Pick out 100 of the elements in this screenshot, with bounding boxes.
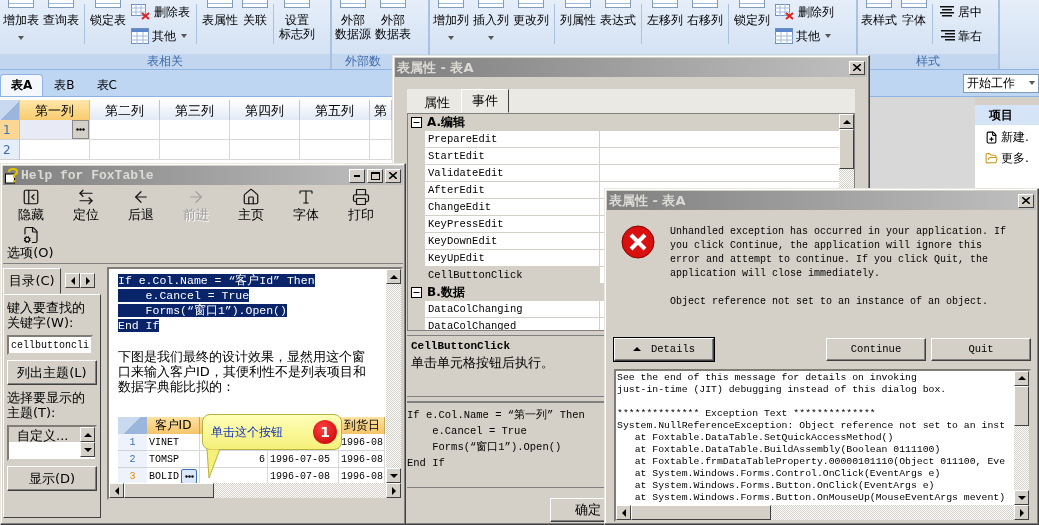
tab[interactable]: 属性 (413, 92, 461, 113)
scroll-up-button[interactable] (386, 269, 401, 284)
table-cell[interactable] (20, 140, 90, 160)
toolbar-button[interactable]: 定位 (58, 187, 113, 225)
toolbar-button[interactable]: 选项(O) (3, 225, 58, 263)
ribbon-button[interactable]: 其他 (129, 27, 192, 45)
scroll-thumb[interactable] (1014, 385, 1029, 426)
dialog-button[interactable]: Continue (826, 337, 926, 361)
ribbon-button[interactable]: 表达式 (599, 0, 637, 27)
ribbon-button[interactable]: 左移列 (646, 0, 684, 27)
table-cell[interactable] (90, 140, 160, 160)
ribbon-button[interactable]: 更改列 (512, 0, 550, 27)
property-name[interactable]: ChangeEdit (425, 199, 600, 216)
ribbon-button[interactable]: 关联 (241, 0, 269, 27)
scroll-down-button[interactable] (1014, 490, 1029, 505)
value-cell[interactable] (600, 131, 839, 148)
close-button[interactable] (1018, 193, 1034, 208)
property-name[interactable]: KeyUpEdit (425, 250, 600, 267)
table-cell[interactable] (300, 140, 370, 160)
table-cell[interactable] (90, 120, 160, 140)
ribbon-button[interactable]: 删除表 (129, 3, 192, 21)
ribbon-button[interactable]: 其他 (773, 27, 836, 45)
scroll-left-button[interactable] (109, 483, 124, 498)
start-dropdown[interactable]: 开始工作 (963, 73, 1039, 93)
ribbon-button[interactable]: 右移列 (686, 0, 724, 27)
property-name[interactable]: StartEdit (425, 148, 600, 165)
sheet-tab[interactable]: 表A (0, 74, 44, 96)
table-cell[interactable] (230, 140, 300, 160)
ribbon-button[interactable]: 设置 标志列 (278, 0, 316, 41)
details-button[interactable]: Details (614, 337, 714, 361)
toolbar-button[interactable]: 隐藏 (3, 187, 58, 225)
spin-down-button[interactable] (80, 442, 95, 457)
table-cell[interactable] (300, 120, 370, 140)
close-button[interactable] (385, 168, 401, 183)
toolbar-button[interactable]: 打印 (333, 187, 388, 225)
cell-button[interactable] (72, 120, 89, 139)
close-button[interactable] (849, 60, 865, 75)
display-button[interactable]: 显示(D) (7, 466, 97, 491)
ribbon-button[interactable]: 增加表 (2, 0, 40, 40)
keyword-input[interactable]: cellbuttoncli (7, 335, 93, 355)
contents-tab[interactable]: 目录(C) (3, 267, 61, 294)
ribbon-button[interactable]: 字体 (900, 0, 928, 27)
table-cell[interactable] (160, 120, 230, 140)
property-name[interactable]: ValidateEdit (425, 165, 600, 182)
pane-link[interactable]: 新建. (975, 129, 1039, 146)
minimize-button[interactable] (349, 168, 365, 183)
table-cell[interactable] (160, 140, 230, 160)
pane-link[interactable]: 更多. (975, 150, 1039, 167)
cell-button[interactable] (181, 468, 197, 483)
scroll-left-button[interactable] (65, 273, 80, 288)
ribbon-button[interactable]: 表样式 (860, 0, 898, 27)
property-name[interactable]: AfterEdit (425, 182, 600, 199)
scroll-right-button[interactable] (80, 273, 95, 288)
collapse-icon[interactable] (411, 287, 422, 298)
ribbon-button[interactable]: 删除列 (773, 3, 836, 21)
scroll-thumb[interactable] (124, 483, 214, 498)
row-header[interactable]: 1 (0, 120, 20, 140)
scroll-left-button[interactable] (616, 505, 631, 520)
sheet-tab[interactable]: 表C (85, 74, 128, 96)
table-cell[interactable] (370, 120, 392, 140)
ribbon-button[interactable]: 居中 (937, 3, 984, 21)
topic-item[interactable]: 自定义... (9, 427, 80, 442)
window-title: Help for FoxTable (21, 168, 155, 183)
dialog-button[interactable]: Quit (931, 337, 1031, 361)
scroll-up-button[interactable] (1014, 370, 1029, 386)
maximize-button[interactable] (367, 168, 383, 183)
ribbon-button[interactable]: 外部 数据源 (334, 0, 372, 41)
table-cell[interactable] (20, 120, 90, 140)
collapse-icon[interactable] (411, 117, 422, 128)
property-name[interactable]: PrepareEdit (425, 131, 600, 148)
property-name[interactable]: KeyDownEdit (425, 233, 600, 250)
spin-up-button[interactable] (80, 427, 95, 442)
ribbon-button[interactable]: 插入列 (472, 0, 510, 40)
value-cell[interactable] (600, 148, 839, 165)
toolbar-button[interactable]: 后退 (113, 187, 168, 225)
scroll-thumb[interactable] (631, 505, 771, 520)
value-cell[interactable] (600, 165, 839, 182)
toolbar-button[interactable]: 主页 (223, 187, 278, 225)
property-name[interactable]: KeyPressEdit (425, 216, 600, 233)
ribbon-button[interactable]: 锁定列 (733, 0, 771, 27)
scroll-down-button[interactable] (386, 468, 401, 483)
ribbon-button[interactable]: 锁定表 (89, 0, 127, 27)
tab[interactable]: 事件 (461, 89, 509, 113)
property-name[interactable]: DataColChanging (425, 301, 600, 318)
ribbon-button[interactable]: 靠右 (937, 27, 984, 45)
scroll-right-button[interactable] (1014, 505, 1029, 520)
ribbon-button[interactable]: 表属性 (201, 0, 239, 27)
sheet-tab[interactable]: 表B (43, 74, 86, 96)
ribbon-button[interactable]: 外部 数据表 (374, 0, 412, 41)
ribbon-button[interactable]: 查询表 (42, 0, 80, 27)
scroll-up-button[interactable] (839, 114, 854, 129)
row-header[interactable]: 2 (0, 140, 20, 160)
ribbon-button[interactable]: 列属性 (559, 0, 597, 27)
scroll-right-button[interactable] (386, 483, 401, 498)
table-cell[interactable] (230, 120, 300, 140)
ribbon-button[interactable]: 增加列 (432, 0, 470, 40)
toolbar-button[interactable]: 字体 (278, 187, 333, 225)
list-topics-button[interactable]: 列出主题(L) (7, 360, 97, 385)
table-cell[interactable] (370, 140, 392, 160)
scroll-thumb[interactable] (839, 129, 854, 169)
